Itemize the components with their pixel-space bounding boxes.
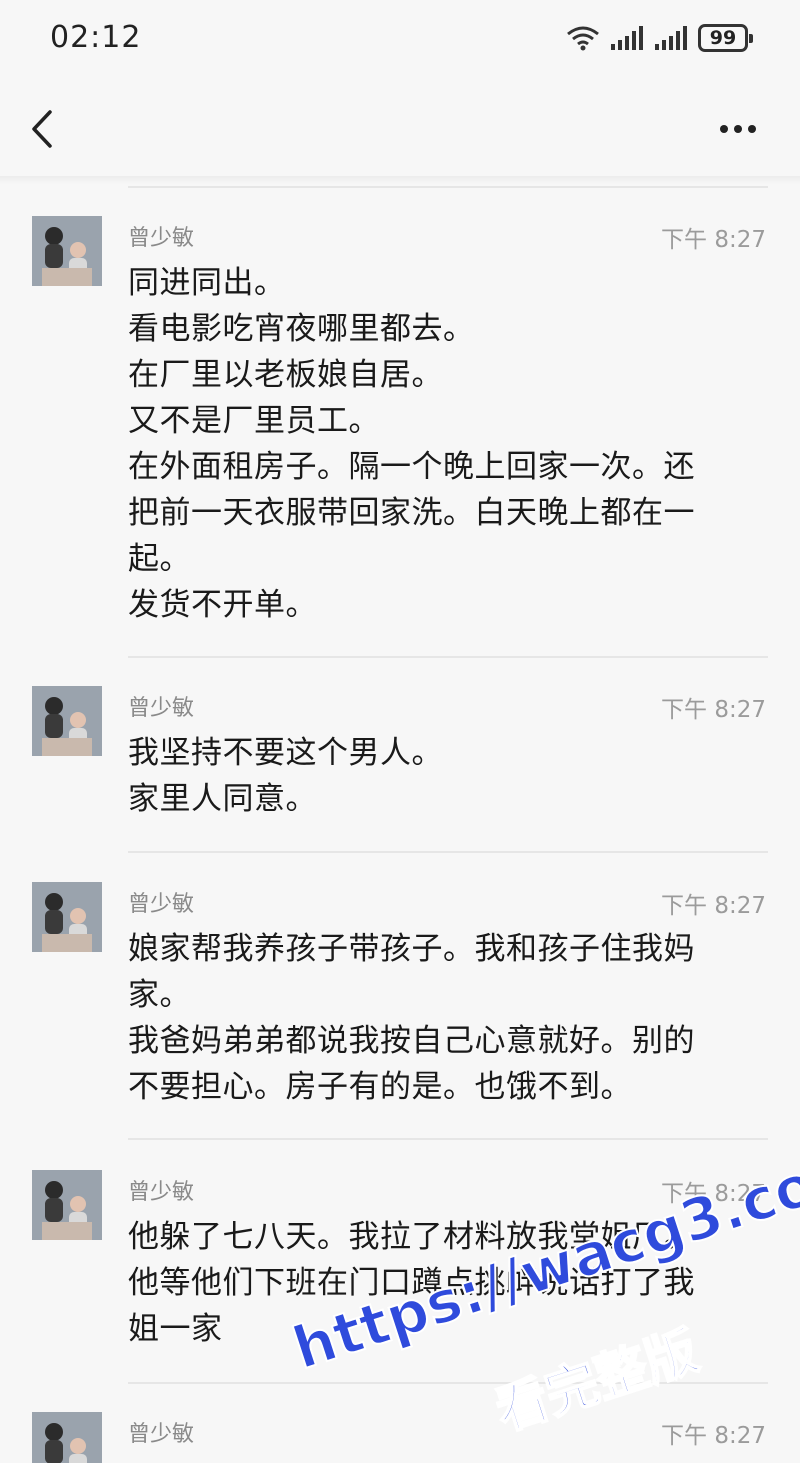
message-item[interactable]: 曾少敏 下午 8:27 我坚持不要这个男人。 家里人同意。 [0,686,800,836]
message-line: 他等他们下班在门口蹲点挑衅说话打了我 [128,1265,695,1301]
divider [128,1138,768,1140]
message-line: 在厂里以老板娘自居。 [128,357,443,393]
message-item[interactable]: 曾少敏 下午 8:27 他躲了七八天。我拉了材料放我堂姐厂。 他等他们下班在门口… [0,1170,800,1370]
avatar-photo [32,882,102,952]
status-bar: 02:12 99 [0,0,800,84]
avatar[interactable] [32,686,102,756]
sender-name: 曾少敏 [128,696,195,721]
message-item[interactable]: 曾少敏 下午 8:27 同进同出。 看电影吃宵夜哪里都去。 在厂里以老板娘自居。… [0,216,800,676]
nav-divider [0,176,800,184]
avatar-photo [32,1170,102,1240]
avatar[interactable] [32,1170,102,1240]
message-line: 娘家帮我养孩子带孩子。我和孩子住我妈 [128,931,695,967]
signal-icon [611,26,643,50]
more-options-icon[interactable] [720,114,764,144]
message-line: 我坚持不要这个男人。 [128,735,443,771]
divider [128,656,768,658]
avatar-photo [32,216,102,286]
avatar[interactable] [32,882,102,952]
message-line: 同进同出。 [128,265,286,301]
sender-name: 曾少敏 [128,892,195,917]
message-time: 下午 8:27 [661,697,766,723]
message-line: 看电影吃宵夜哪里都去。 [128,311,475,347]
message-list[interactable]: 曾少敏 下午 8:27 同进同出。 看电影吃宵夜哪里都去。 在厂里以老板娘自居。… [0,186,800,1463]
message-text: 我坚持不要这个男人。 家里人同意。 [128,730,758,822]
message-line: 把前一天衣服带回家洗。白天晚上都在一 [128,495,695,531]
message-line: 不要担心。房子有的是。也饿不到。 [128,1069,632,1105]
back-icon[interactable] [22,106,62,152]
message-time: 下午 8:27 [661,1423,766,1449]
message-item[interactable]: 曾少敏 下午 8:27 娘家帮我养孩子带孩子。我和孩子住我妈 家。 我爸妈弟弟都… [0,882,800,1122]
sender-name: 曾少敏 [128,1422,195,1447]
message-item[interactable]: 曾少敏 下午 8:27 [0,1412,800,1463]
avatar[interactable] [32,216,102,286]
divider [128,1382,768,1384]
message-line: 他躲了七八天。我拉了材料放我堂姐厂。 [128,1219,695,1255]
avatar[interactable] [32,1412,102,1463]
message-line: 家。 [128,977,191,1013]
sender-name: 曾少敏 [128,226,195,251]
nav-bar [0,84,800,176]
sender-name: 曾少敏 [128,1180,195,1205]
message-line: 在外面租房子。隔一个晚上回家一次。还 [128,449,695,485]
avatar-photo [32,1412,102,1463]
divider [128,186,768,188]
signal-icon-2 [655,26,687,50]
avatar-photo [32,686,102,756]
message-text: 同进同出。 看电影吃宵夜哪里都去。 在厂里以老板娘自居。 又不是厂里员工。 在外… [128,260,758,628]
divider [128,851,768,853]
message-line: 家里人同意。 [128,781,317,817]
message-line: 我爸妈弟弟都说我按自己心意就好。别的 [128,1023,695,1059]
status-icons: 99 [566,24,753,52]
message-time: 下午 8:27 [661,893,766,919]
message-line: 发货不开单。 [128,587,317,623]
message-text: 他躲了七八天。我拉了材料放我堂姐厂。 他等他们下班在门口蹲点挑衅说话打了我 姐一… [128,1214,758,1352]
message-text: 娘家帮我养孩子带孩子。我和孩子住我妈 家。 我爸妈弟弟都说我按自己心意就好。别的… [128,926,758,1110]
battery-icon: 99 [698,24,753,52]
message-line: 又不是厂里员工。 [128,403,380,439]
message-time: 下午 8:27 [661,227,766,253]
message-line: 姐一家 [128,1311,223,1347]
message-time: 下午 8:27 [661,1181,766,1207]
message-line: 起。 [128,541,191,577]
wifi-icon [567,26,599,51]
status-time: 02:12 [50,20,142,55]
